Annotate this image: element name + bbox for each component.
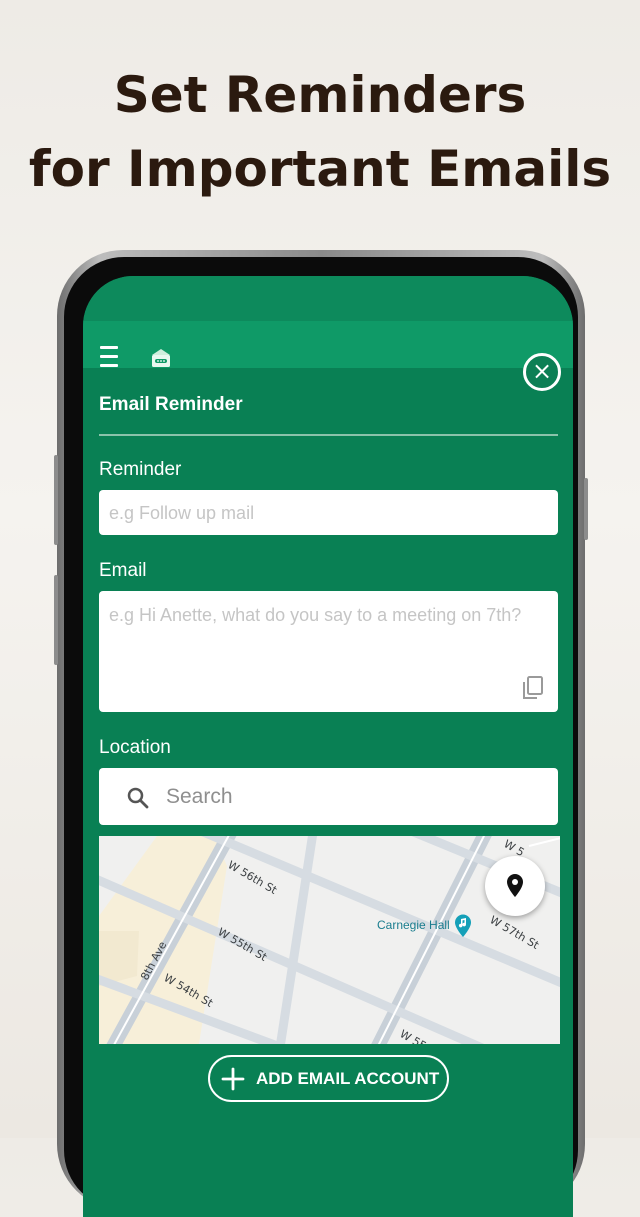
locate-button[interactable]	[485, 856, 545, 916]
email-label: Email	[99, 560, 147, 581]
reminder-label: Reminder	[99, 459, 182, 480]
add-email-account-label: ADD EMAIL ACCOUNT	[256, 1069, 440, 1088]
plus-icon	[221, 1067, 245, 1091]
headline-line-1: Set Reminders	[113, 66, 527, 124]
search-icon	[127, 787, 149, 809]
headline-line-2: for Important Emails	[28, 140, 612, 198]
copy-icon[interactable]	[522, 676, 544, 700]
hamburger-menu-icon[interactable]	[100, 346, 118, 370]
reminder-input[interactable]: e.g Follow up mail	[99, 490, 558, 535]
map-pin-icon	[507, 874, 523, 897]
email-app-logo-icon	[152, 349, 170, 367]
app-screen: × Email Reminder Reminder e.g Follow up …	[83, 276, 573, 1217]
map-view[interactable]: W 56th St W 55th St W 54th St 8th Ave W …	[99, 836, 560, 1044]
search-placeholder: Search	[166, 785, 233, 808]
music-venue-pin-icon[interactable]	[454, 914, 472, 938]
close-circle-icon[interactable]: ×	[523, 353, 561, 391]
headline: Set Reminders for Important Emails	[0, 58, 640, 206]
phone-frame: × Email Reminder Reminder e.g Follow up …	[54, 250, 588, 1217]
map-poi-label[interactable]: Carnegie Hall	[377, 918, 450, 932]
location-label: Location	[99, 737, 171, 758]
phone-side-button	[54, 575, 58, 665]
status-bar	[83, 276, 573, 321]
add-email-account-button[interactable]: ADD EMAIL ACCOUNT	[208, 1055, 449, 1102]
phone-side-button	[54, 455, 58, 545]
email-placeholder: e.g Hi Anette, what do you say to a meet…	[109, 605, 522, 625]
phone-bezel: × Email Reminder Reminder e.g Follow up …	[64, 257, 578, 1217]
location-search-input[interactable]: Search	[99, 768, 558, 825]
title-divider	[99, 434, 558, 436]
reminder-placeholder: e.g Follow up mail	[109, 503, 255, 523]
page-title: Email Reminder	[99, 394, 243, 415]
phone-power-button	[584, 478, 588, 540]
email-textarea[interactable]: e.g Hi Anette, what do you say to a meet…	[99, 591, 558, 712]
